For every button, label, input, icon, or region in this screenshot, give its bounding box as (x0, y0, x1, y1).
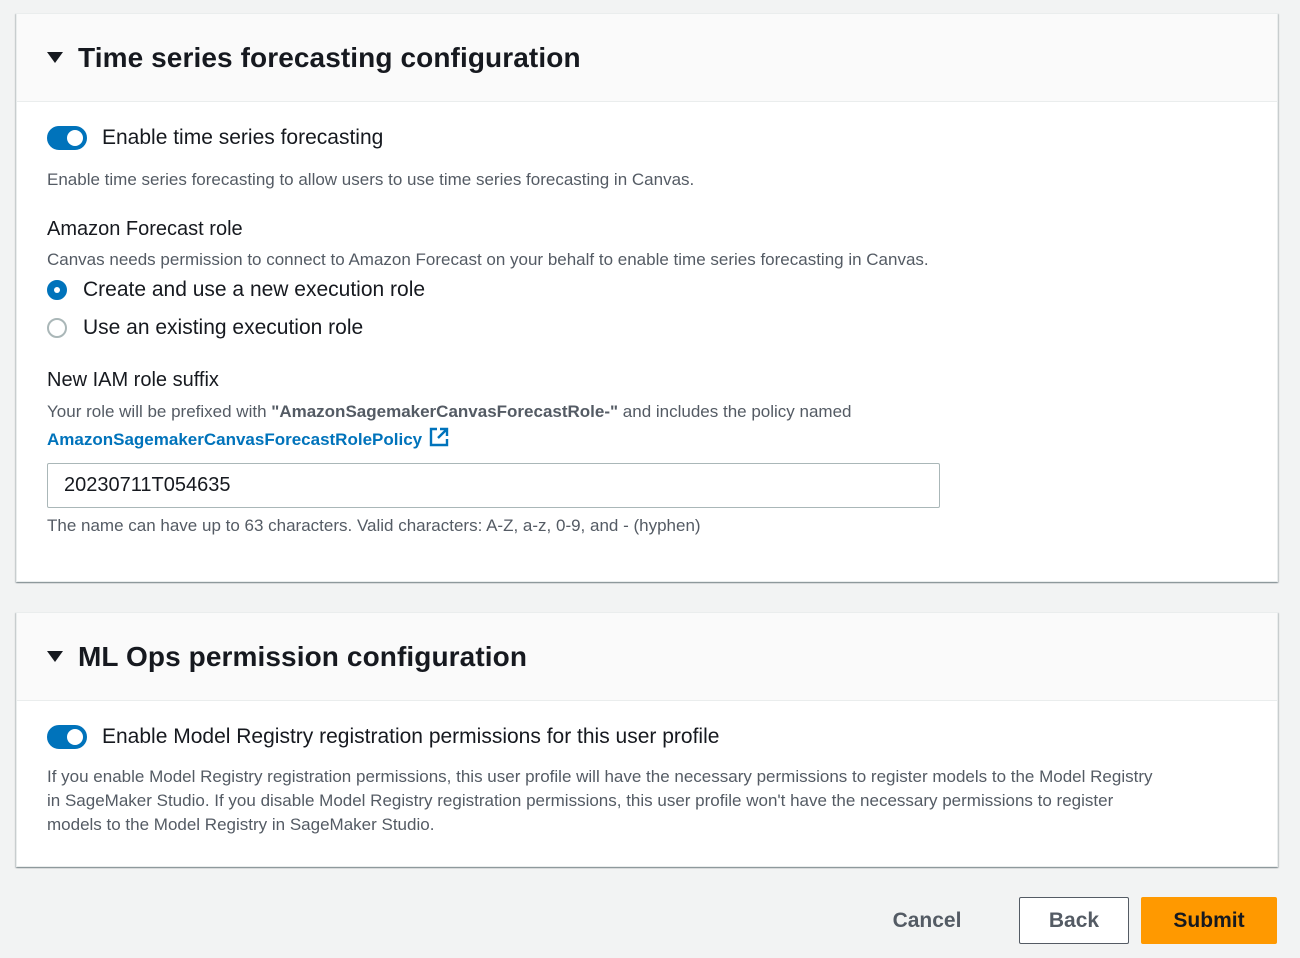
radio-new-role-label: Create and use a new execution role (83, 278, 426, 301)
model-registry-desc-line-3: models to the Model Registry in SageMake… (47, 815, 435, 834)
model-registry-description: If you enable Model Registry registratio… (47, 765, 1152, 837)
toggle-knob (67, 729, 83, 745)
role-prefix-name: "AmazonSagemakerCanvasForecastRole-" (271, 402, 619, 421)
forecast-role-label: Amazon Forecast role (47, 218, 243, 240)
mlops-config-header[interactable]: ML Ops permission configuration (17, 613, 1277, 701)
policy-link[interactable]: AmazonSagemakerCanvasForecastRolePolicy (47, 427, 450, 449)
external-link-icon (429, 427, 449, 447)
toggle-knob (67, 130, 83, 146)
mlops-toggle-row: Enable Model Registry registration permi… (47, 725, 719, 749)
caret-down-icon[interactable] (47, 651, 63, 662)
cancel-button[interactable]: Cancel (870, 897, 984, 944)
enable-forecasting-toggle[interactable] (47, 126, 87, 150)
enable-model-registry-toggle[interactable] (47, 725, 87, 749)
mlops-config-title: ML Ops permission configuration (78, 640, 528, 672)
forecast-role-description: Canvas needs permission to connect to Am… (47, 250, 929, 269)
role-suffix-label: New IAM role suffix (47, 369, 219, 391)
radio-existing-role-button[interactable] (47, 318, 67, 338)
model-registry-desc-line-1: If you enable Model Registry registratio… (47, 767, 1153, 786)
model-registry-desc-line-2: in SageMaker Studio. If you disable Mode… (47, 791, 1114, 810)
radio-new-role-button[interactable] (47, 280, 67, 300)
back-button[interactable]: Back (1019, 897, 1129, 944)
enable-model-registry-label: Enable Model Registry registration permi… (102, 725, 720, 748)
radio-new-role[interactable]: Create and use a new execution role (47, 278, 425, 302)
role-suffix-desc-middle: and includes the policy named (618, 402, 852, 421)
forecast-config-panel: Time series forecasting configuration En… (16, 13, 1278, 582)
submit-button[interactable]: Submit (1141, 897, 1277, 944)
role-suffix-constraint: The name can have up to 63 characters. V… (47, 516, 701, 535)
forecast-config-header[interactable]: Time series forecasting configuration (17, 14, 1277, 102)
forecasting-description: Enable time series forecasting to allow … (47, 170, 695, 189)
mlops-config-panel: ML Ops permission configuration Enable M… (16, 612, 1278, 867)
forecast-config-title: Time series forecasting configuration (78, 41, 581, 73)
radio-existing-role-label: Use an existing execution role (83, 316, 364, 339)
role-suffix-input[interactable] (47, 463, 940, 508)
policy-link-text: AmazonSagemakerCanvasForecastRolePolicy (47, 430, 423, 449)
radio-existing-role[interactable]: Use an existing execution role (47, 316, 363, 340)
role-suffix-desc-prefix: Your role will be prefixed with (47, 402, 272, 421)
role-suffix-description: Your role will be prefixed with "AmazonS… (47, 398, 852, 454)
enable-forecasting-label: Enable time series forecasting (102, 126, 384, 149)
forecast-toggle-row: Enable time series forecasting (47, 126, 383, 150)
caret-down-icon[interactable] (47, 52, 63, 63)
